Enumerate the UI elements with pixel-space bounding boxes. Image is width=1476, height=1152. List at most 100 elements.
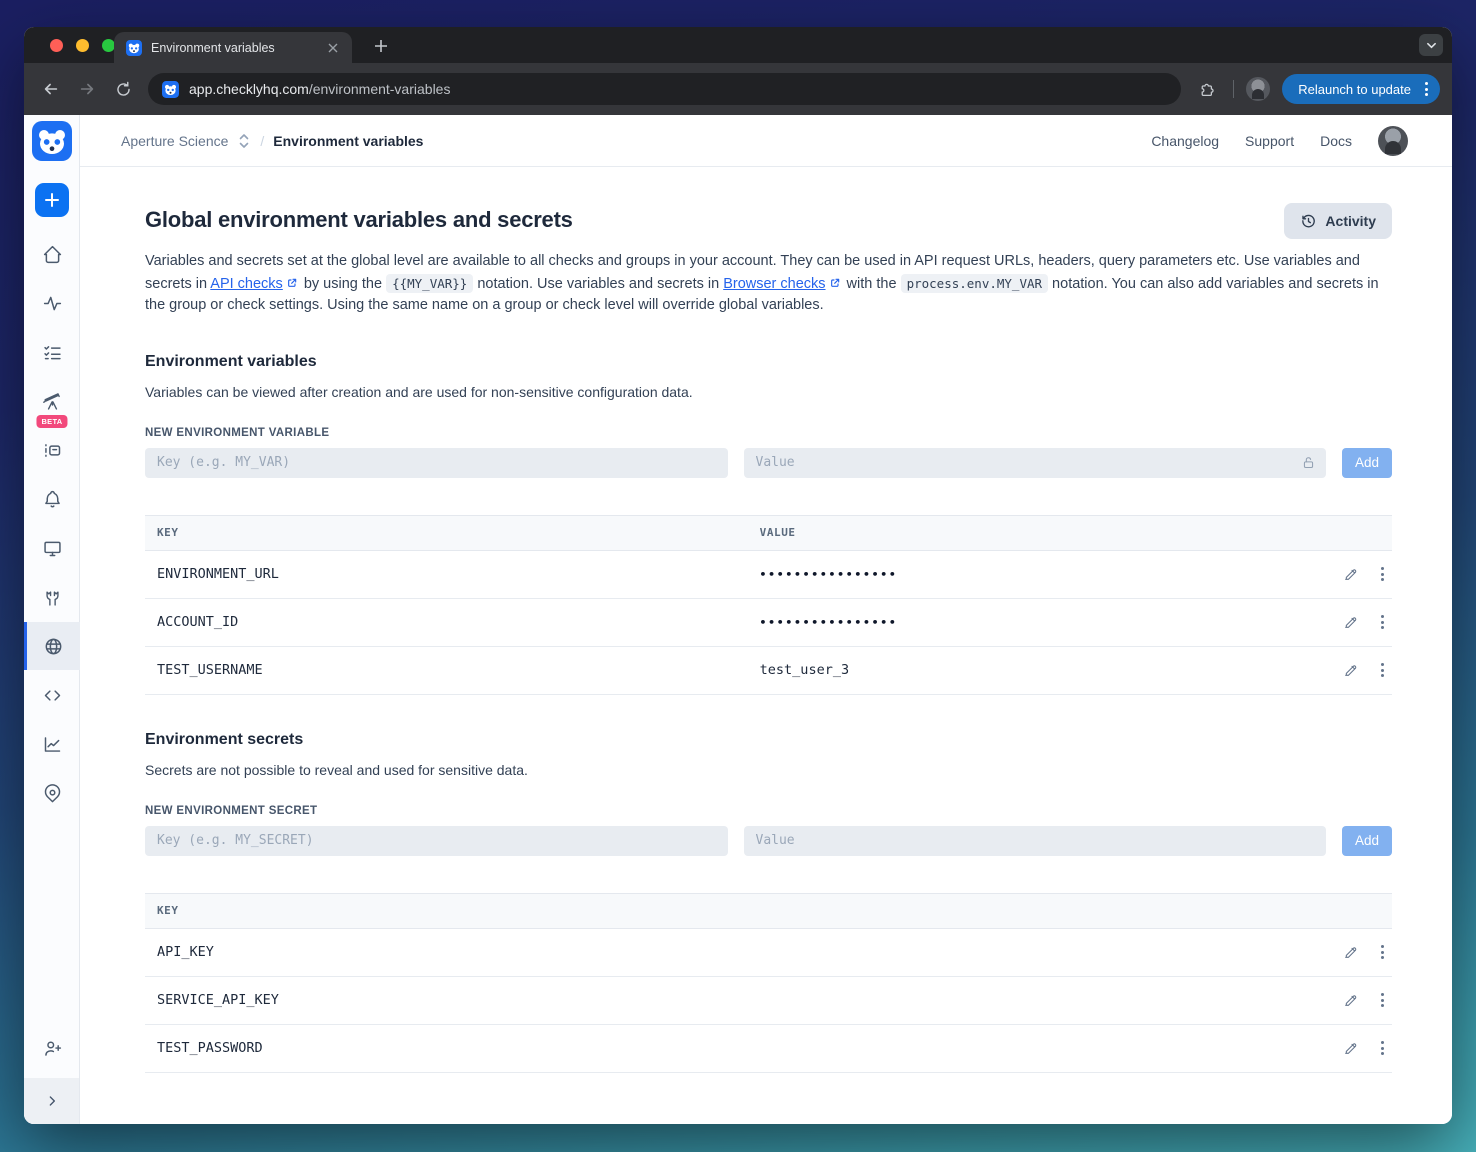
sidebar-item-snippets[interactable] bbox=[28, 671, 76, 719]
tab-search-button[interactable] bbox=[1419, 34, 1443, 56]
sidebar-item-logs[interactable] bbox=[28, 426, 76, 474]
row-actions bbox=[1316, 611, 1392, 633]
variable-row: ACCOUNT_ID •••••••••••••••• bbox=[145, 599, 1392, 647]
account-switcher-icon[interactable] bbox=[237, 133, 251, 149]
content-column: Aperture Science / Environment variables… bbox=[80, 115, 1452, 1124]
variable-value: •••••••••••••••• bbox=[759, 567, 898, 581]
relaunch-menu-icon[interactable] bbox=[1421, 82, 1432, 96]
address-bar[interactable]: app.checklyhq.com/environment-variables bbox=[148, 73, 1182, 105]
sidebar-item-explore-beta[interactable]: BETA bbox=[28, 377, 76, 428]
row-menu-icon[interactable] bbox=[1375, 659, 1390, 681]
sidebar-footer bbox=[24, 1078, 79, 1124]
edit-icon[interactable] bbox=[1341, 612, 1361, 632]
add-variable-button[interactable]: Add bbox=[1342, 447, 1392, 478]
list-details-icon bbox=[42, 440, 63, 461]
variable-row: ENVIRONMENT_URL •••••••••••••••• bbox=[145, 551, 1392, 599]
secret-value-input[interactable] bbox=[743, 825, 1326, 856]
breadcrumb-current-page: Environment variables bbox=[273, 132, 424, 149]
sidebar-item-invite-user[interactable] bbox=[28, 1024, 76, 1072]
checkly-app: BETA Aperture Science / Environment vari… bbox=[24, 115, 1452, 1124]
tab-strip: Environment variables bbox=[24, 27, 1452, 63]
edit-icon[interactable] bbox=[1341, 942, 1361, 962]
close-window-button[interactable] bbox=[50, 39, 63, 52]
secret-key: TEST_PASSWORD bbox=[157, 1040, 263, 1056]
tab-close-icon[interactable] bbox=[324, 39, 342, 57]
variable-key-field bbox=[145, 447, 728, 478]
secret-key-field bbox=[145, 825, 728, 856]
row-menu-icon[interactable] bbox=[1375, 563, 1390, 585]
extensions-icon[interactable] bbox=[1191, 72, 1225, 106]
edit-icon[interactable] bbox=[1341, 660, 1361, 680]
secret-key: SERVICE_API_KEY bbox=[157, 992, 279, 1008]
browser-checks-link[interactable]: Browser checks bbox=[723, 276, 825, 292]
app-header: Aperture Science / Environment variables… bbox=[80, 115, 1452, 167]
monitor-icon bbox=[42, 538, 63, 559]
sidebar: BETA bbox=[24, 115, 80, 1124]
user-avatar[interactable] bbox=[1378, 125, 1408, 156]
docs-link[interactable]: Docs bbox=[1320, 133, 1352, 149]
browser-toolbar: app.checklyhq.com/environment-variables … bbox=[24, 63, 1452, 115]
changelog-link[interactable]: Changelog bbox=[1151, 133, 1219, 149]
variables-table: KEY VALUE ENVIRONMENT_URL ••••••••••••••… bbox=[145, 514, 1392, 695]
sidebar-item-dashboards[interactable] bbox=[28, 524, 76, 572]
tab-favicon bbox=[126, 40, 142, 56]
map-pin-icon bbox=[42, 783, 63, 804]
intro-paragraph: Variables and secrets set at the global … bbox=[145, 253, 1379, 313]
sidebar-item-environment-variables[interactable] bbox=[24, 622, 80, 670]
support-link[interactable]: Support bbox=[1245, 133, 1294, 149]
minimize-window-button[interactable] bbox=[76, 39, 89, 52]
row-menu-icon[interactable] bbox=[1375, 989, 1390, 1011]
create-new-button[interactable] bbox=[35, 183, 69, 217]
row-menu-icon[interactable] bbox=[1375, 611, 1390, 633]
variable-value: •••••••••••••••• bbox=[759, 615, 898, 629]
checkly-logo[interactable] bbox=[32, 121, 72, 161]
edit-icon[interactable] bbox=[1341, 990, 1361, 1010]
row-actions bbox=[1316, 563, 1392, 585]
browser-tab[interactable]: Environment variables bbox=[114, 32, 352, 63]
variable-key-input[interactable] bbox=[145, 447, 728, 478]
sidebar-item-monitoring[interactable] bbox=[28, 279, 76, 327]
history-icon bbox=[1300, 213, 1317, 230]
row-menu-icon[interactable] bbox=[1375, 1037, 1390, 1059]
row-menu-icon[interactable] bbox=[1375, 941, 1390, 963]
sidebar-item-private-locations[interactable] bbox=[28, 769, 76, 817]
expand-sidebar-icon[interactable] bbox=[44, 1093, 60, 1109]
variables-section-heading: Environment variables bbox=[145, 352, 317, 370]
chart-icon bbox=[42, 734, 63, 755]
secret-key: API_KEY bbox=[157, 944, 214, 960]
relaunch-label: Relaunch to update bbox=[1298, 81, 1411, 97]
api-checks-link[interactable]: API checks bbox=[210, 276, 283, 292]
variable-value: test_user_3 bbox=[759, 662, 850, 678]
activity-button[interactable]: Activity bbox=[1284, 203, 1392, 239]
sidebar-item-home[interactable] bbox=[28, 230, 76, 278]
key-column-header: KEY bbox=[157, 526, 179, 539]
secret-row: TEST_PASSWORD bbox=[145, 1025, 1392, 1073]
new-tab-button[interactable] bbox=[368, 33, 394, 59]
reload-icon[interactable] bbox=[106, 72, 140, 106]
relaunch-to-update-button[interactable]: Relaunch to update bbox=[1282, 74, 1440, 104]
value-column-header: VALUE bbox=[759, 526, 796, 539]
secrets-table-header: KEY bbox=[145, 892, 1392, 929]
sidebar-item-maintenance[interactable] bbox=[28, 573, 76, 621]
secrets-section-heading: Environment secrets bbox=[145, 730, 304, 748]
external-link-icon bbox=[286, 277, 298, 289]
sidebar-item-checks[interactable] bbox=[28, 328, 76, 376]
header-links: Changelog Support Docs bbox=[1151, 125, 1408, 156]
row-actions bbox=[1316, 1037, 1392, 1059]
tools-icon bbox=[42, 587, 63, 608]
forward-icon[interactable] bbox=[70, 72, 104, 106]
sidebar-item-analytics[interactable] bbox=[28, 720, 76, 768]
secret-key-input[interactable] bbox=[145, 825, 728, 856]
account-name[interactable]: Aperture Science bbox=[121, 133, 228, 149]
variable-value-input[interactable] bbox=[743, 447, 1326, 478]
edit-icon[interactable] bbox=[1341, 1038, 1361, 1058]
my-var-code: {{MY_VAR}} bbox=[386, 273, 474, 293]
secret-row: SERVICE_API_KEY bbox=[145, 977, 1392, 1025]
row-actions bbox=[1316, 989, 1392, 1011]
back-icon[interactable] bbox=[34, 72, 68, 106]
add-secret-button[interactable]: Add bbox=[1342, 825, 1392, 856]
sidebar-item-alerts[interactable] bbox=[28, 475, 76, 523]
secret-value-field bbox=[743, 825, 1326, 856]
edit-icon[interactable] bbox=[1341, 564, 1361, 584]
browser-profile-avatar[interactable] bbox=[1246, 77, 1271, 101]
